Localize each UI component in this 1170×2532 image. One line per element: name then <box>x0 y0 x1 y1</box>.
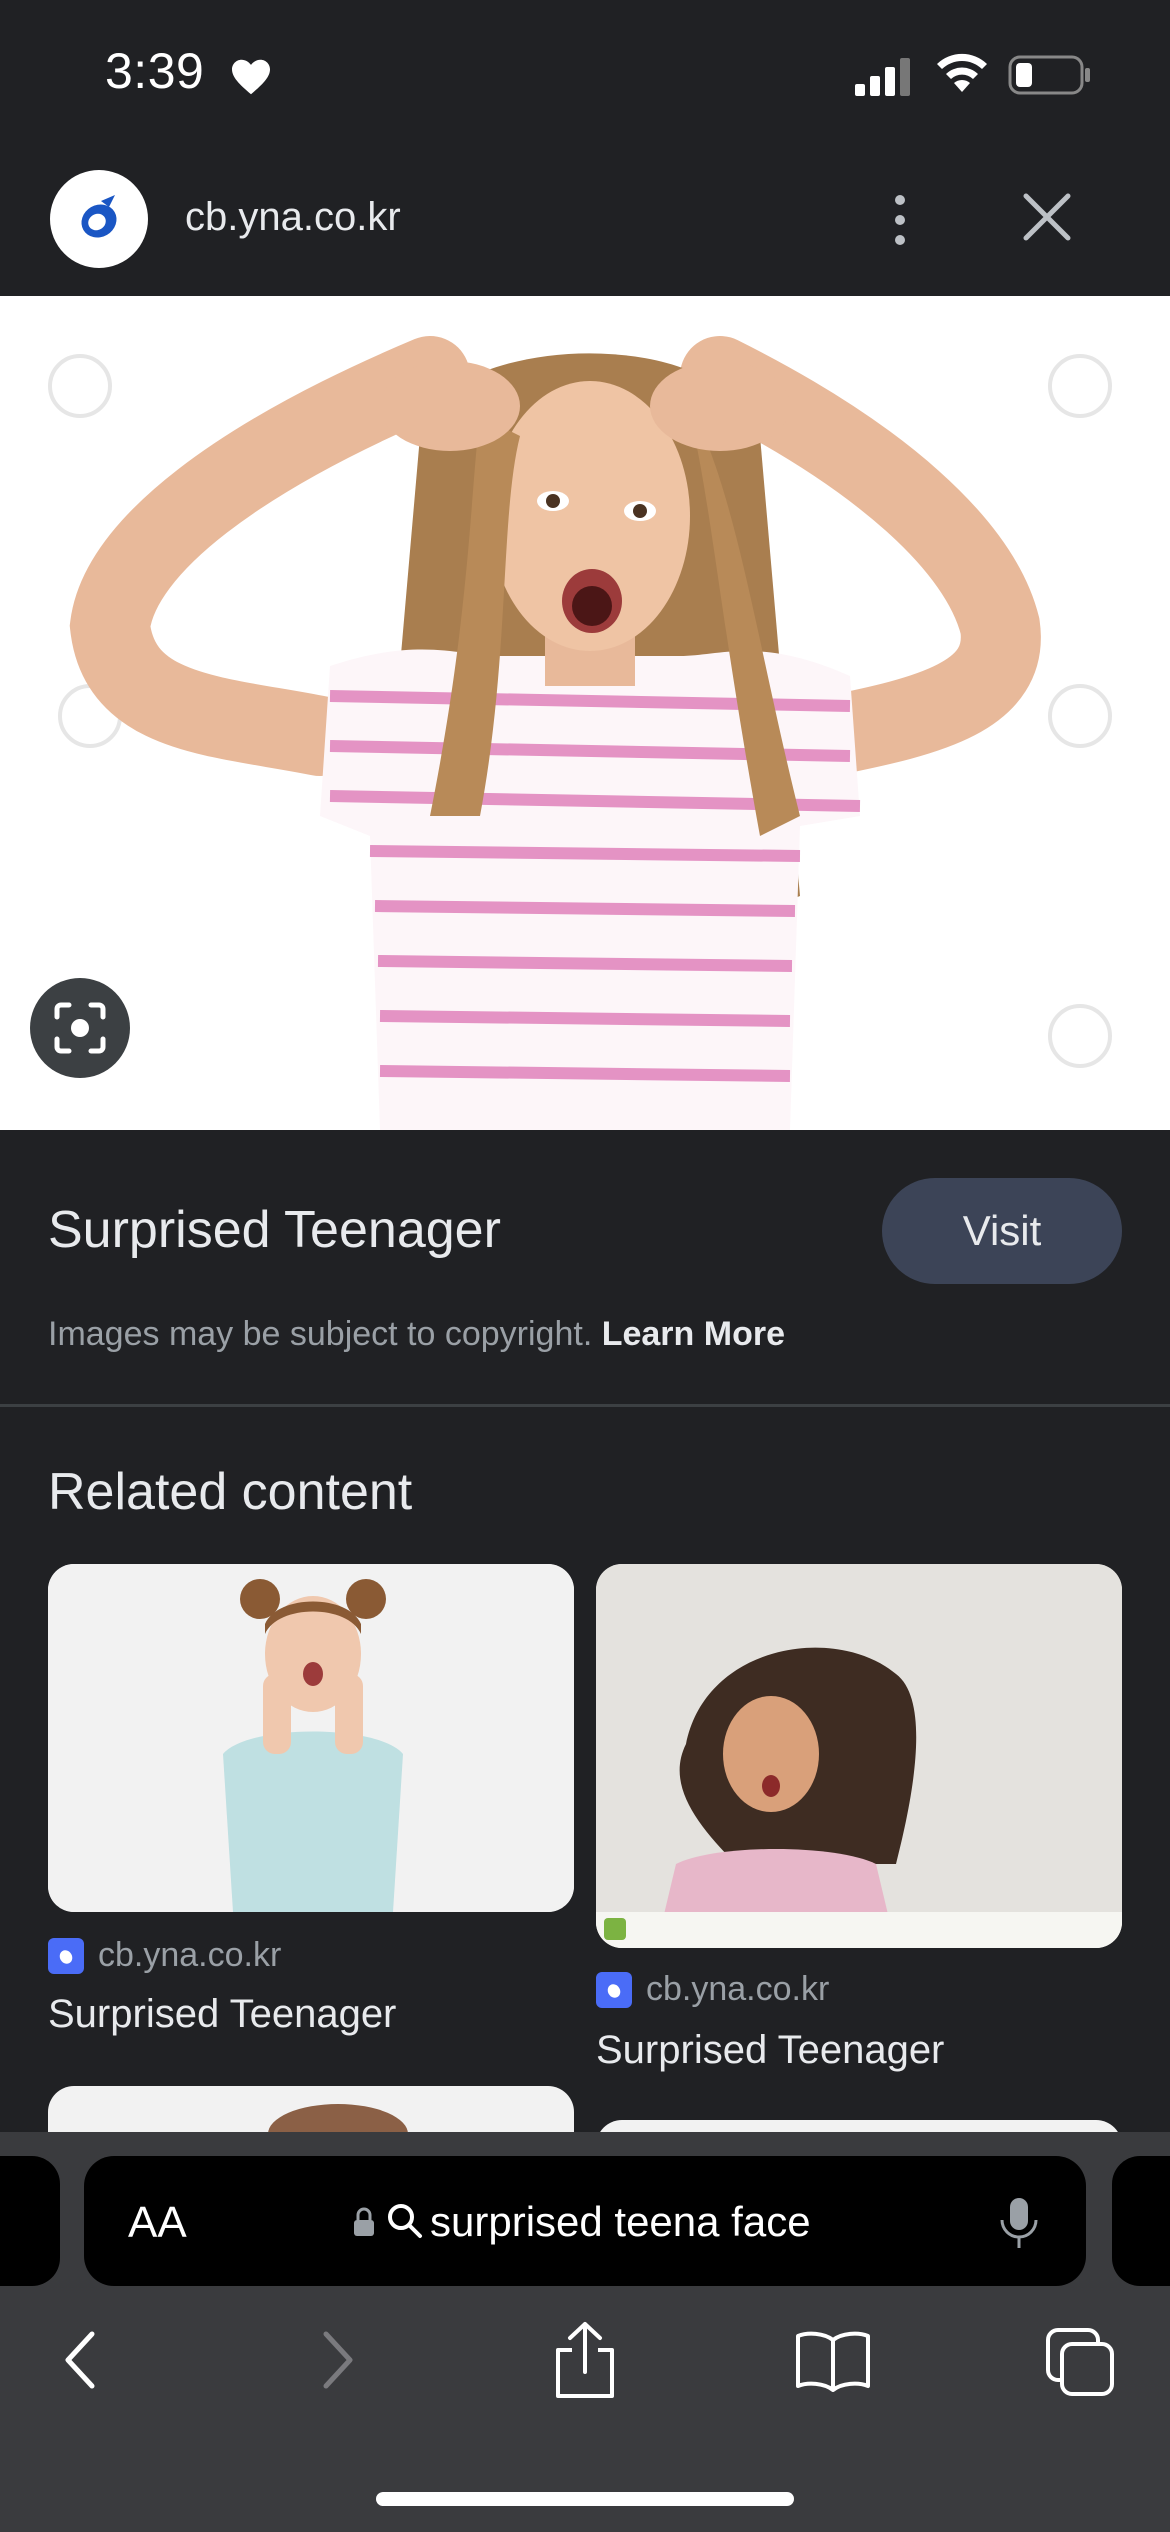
close-icon[interactable] <box>1020 190 1074 249</box>
lock-icon <box>352 2206 376 2243</box>
home-indicator <box>376 2492 794 2506</box>
related-card-1-source: cb.yna.co.kr <box>48 1936 281 1975</box>
tabs-icon[interactable] <box>1044 2326 1116 2403</box>
copyright-text: Images may be subject to copyright. <box>48 1315 593 1353</box>
related-card-2-title[interactable]: Surprised Teenager <box>596 2028 944 2073</box>
related-card-2-image[interactable] <box>596 1564 1122 1948</box>
site-domain: cb.yna.co.kr <box>185 195 401 239</box>
next-tab-peek[interactable] <box>1112 2156 1170 2286</box>
wifi-icon <box>935 52 989 99</box>
learn-more-link[interactable]: Learn More <box>602 1315 785 1353</box>
more-options-icon[interactable] <box>885 192 915 253</box>
reader-aa-button[interactable]: AA <box>128 2198 187 2248</box>
battery-icon <box>1008 55 1092 100</box>
site-logo[interactable] <box>50 170 148 268</box>
google-lens-button[interactable] <box>30 978 130 1078</box>
search-icon <box>386 2202 424 2245</box>
related-card-1-domain: cb.yna.co.kr <box>98 1936 282 1974</box>
status-time: 3:39 <box>105 43 205 99</box>
site-favicon-icon <box>48 1937 84 1974</box>
signal-icon <box>855 58 913 101</box>
address-text[interactable]: surprised teena face <box>430 2198 811 2246</box>
previous-tab-peek[interactable] <box>0 2156 60 2286</box>
related-card-1-title[interactable]: Surprised Teenager <box>48 1992 396 2037</box>
related-content-heading: Related content <box>48 1463 413 1521</box>
heart-icon <box>230 58 272 101</box>
visit-button[interactable]: Visit <box>882 1178 1122 1284</box>
back-icon[interactable] <box>60 2328 100 2397</box>
image-title: Surprised Teenager <box>48 1201 501 1259</box>
copyright-notice: Images may be subject to copyright. Lear… <box>48 1315 785 1354</box>
related-card-1-image[interactable] <box>48 1564 574 1912</box>
forward-icon[interactable] <box>318 2328 358 2397</box>
yna-logo-icon <box>81 195 117 238</box>
share-icon[interactable] <box>550 2320 620 2405</box>
viewer-header <box>0 150 1170 295</box>
related-card-2-domain: cb.yna.co.kr <box>646 1970 830 2008</box>
section-divider <box>0 1404 1170 1407</box>
site-favicon-icon <box>596 1971 632 2008</box>
microphone-icon[interactable] <box>998 2196 1040 2257</box>
bookmarks-icon[interactable] <box>794 2330 872 2397</box>
main-image[interactable] <box>0 296 1170 1130</box>
lens-icon <box>54 1002 106 1054</box>
related-card-2-source: cb.yna.co.kr <box>596 1970 829 2009</box>
